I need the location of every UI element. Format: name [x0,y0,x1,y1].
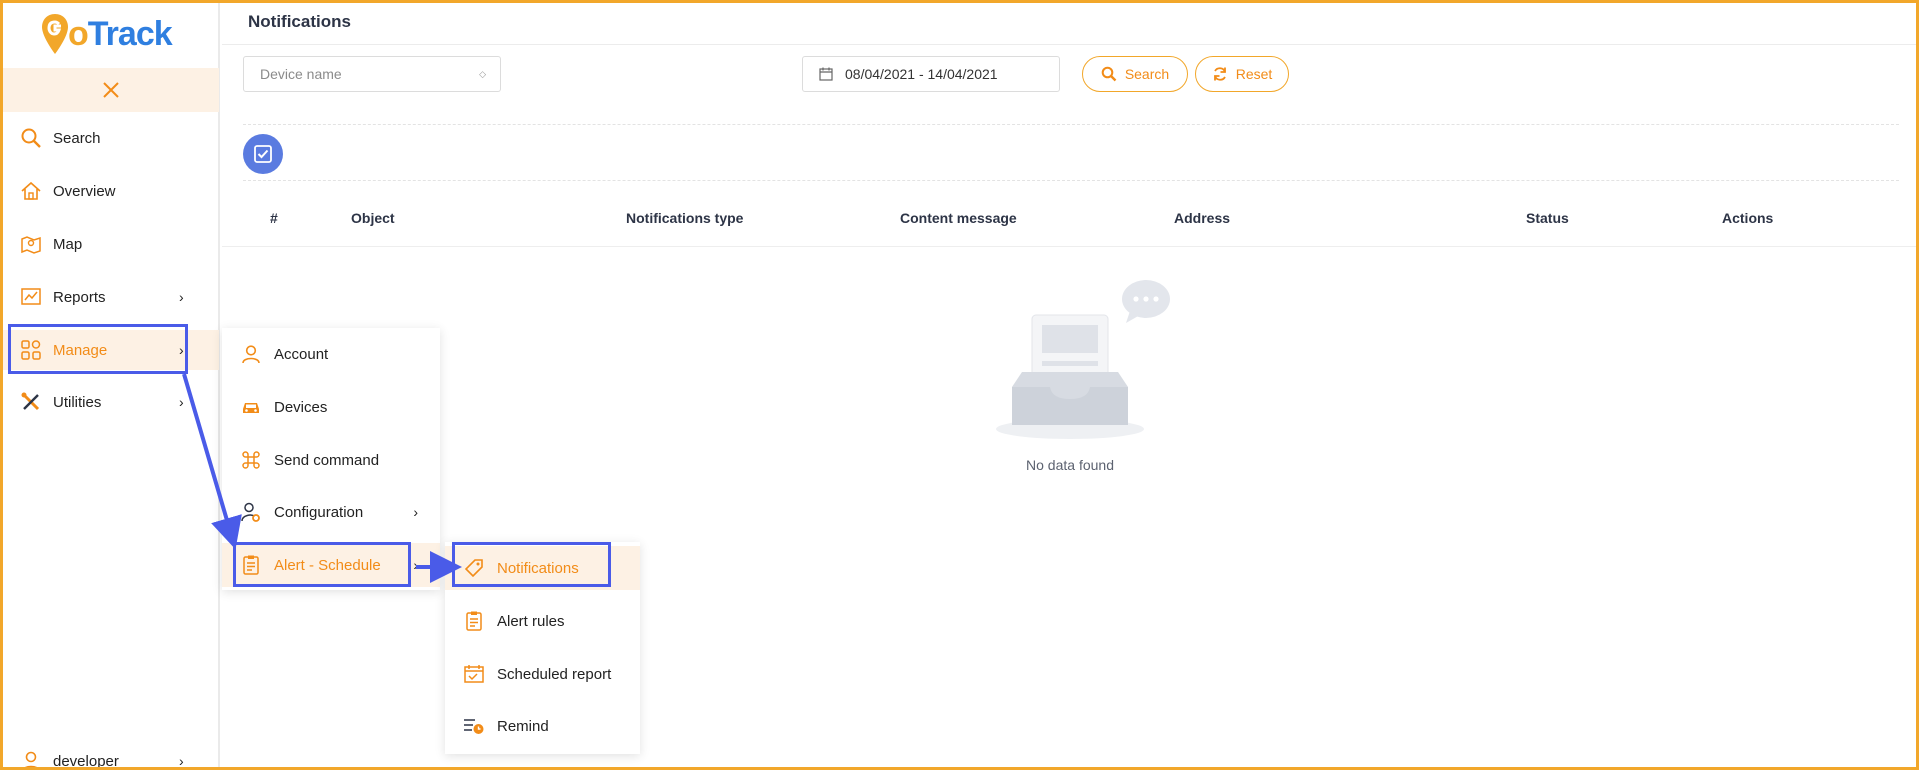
date-range-value: 08/04/2021 - 14/04/2021 [845,66,998,82]
menu-item-scheduled-report[interactable]: Scheduled report [445,652,640,696]
menu-item-devices[interactable]: Devices [222,385,440,429]
map-icon [19,232,43,256]
chart-icon [19,285,43,309]
select-all-button[interactable] [243,134,283,174]
menu-item-label: Devices [274,398,328,416]
chevron-right-icon: › [413,557,418,573]
sidebar-item-search[interactable]: Search [3,118,219,158]
sidebar-item-map[interactable]: Map [3,224,219,264]
header-divider [222,44,1916,45]
menu-item-label: Alert - Schedule [274,556,381,574]
checkbox-icon [254,145,272,163]
menu-item-notifications[interactable]: Notifications [445,546,640,590]
logo-pin-icon [42,14,68,54]
select-arrow-icon: ◇ [479,68,486,79]
column-header-notifications-type: Notifications type [626,210,744,226]
gotrack-logo[interactable]: oTrack [40,10,173,58]
user-gear-icon [240,501,262,523]
column-header-status: Status [1526,210,1569,226]
menu-item-label: Scheduled report [497,665,612,683]
sidebar-item-manage[interactable]: Manage › [3,330,219,370]
car-icon [240,396,262,418]
user-icon [19,749,43,770]
reset-button-label: Reset [1235,66,1273,82]
alert-schedule-submenu: Notifications Alert rules Scheduled repo… [445,542,640,754]
empty-inbox-icon [996,280,1170,439]
column-header-content-message: Content message [900,210,1017,226]
menu-item-send-command[interactable]: Send command [222,438,440,482]
user-name: developer [53,752,119,770]
divider [243,180,1899,181]
command-icon [240,449,262,471]
menu-item-alert-schedule[interactable]: Alert - Schedule › [222,543,440,587]
menu-item-label: Account [274,345,329,363]
tools-icon [19,390,43,414]
chevron-right-icon: › [179,394,184,410]
empty-state-text: No data found [1026,457,1114,473]
home-icon [19,179,43,203]
menu-item-remind[interactable]: Remind [445,704,640,748]
menu-item-label: Configuration [274,503,364,521]
chevron-right-icon: › [413,504,418,520]
menu-item-label: Notifications [497,559,579,577]
column-header-object: Object [351,210,395,226]
device-name-placeholder: Device name [260,66,342,82]
tag-icon [463,557,485,579]
user-icon [240,343,262,365]
device-name-select[interactable]: Device name ◇ [243,56,501,92]
sidebar-item-utilities[interactable]: Utilities › [3,382,219,422]
divider [243,124,1899,125]
sidebar: oTrack Search Overview Map Reports › Man… [0,0,220,770]
sidebar-item-overview[interactable]: Overview [3,171,219,211]
sidebar-item-label: Manage [53,341,108,359]
menu-item-account[interactable]: Account [222,332,440,376]
date-range-picker[interactable]: 08/04/2021 - 14/04/2021 [802,56,1060,92]
list-clock-icon [463,715,485,737]
sidebar-user[interactable]: developer › [3,742,219,770]
sidebar-item-label: Utilities [53,393,102,411]
column-header-index: # [270,210,278,226]
menu-item-label: Remind [497,717,549,735]
chevron-right-icon: › [179,289,184,305]
sidebar-item-label: Search [53,129,101,147]
sidebar-item-label: Overview [53,182,116,200]
clipboard-icon [463,610,485,632]
sidebar-item-reports[interactable]: Reports › [3,277,219,317]
sidebar-item-label: Reports [53,288,106,306]
menu-item-label: Alert rules [497,612,565,630]
sidebar-item-label: Map [53,235,83,253]
grid-icon [19,338,43,362]
column-header-actions: Actions [1722,210,1774,226]
calendar-icon [819,67,833,81]
search-button[interactable]: Search [1082,56,1188,92]
menu-item-label: Send command [274,451,380,469]
clipboard-icon [240,554,262,576]
menu-item-configuration[interactable]: Configuration › [222,490,440,534]
search-button-label: Search [1124,66,1170,82]
refresh-icon [1212,66,1228,82]
chevron-right-icon: › [179,342,184,358]
page-title: Notifications [248,12,351,31]
close-icon [103,82,119,98]
menu-item-alert-rules[interactable]: Alert rules [445,599,640,643]
calendar-check-icon [463,663,485,685]
column-header-address: Address [1174,210,1231,226]
manage-submenu: Account Devices Send command Configurati… [222,328,440,590]
table-header-divider [222,246,1916,247]
search-icon [19,126,43,150]
search-icon [1101,66,1117,82]
chevron-right-icon: › [179,753,184,769]
reset-button[interactable]: Reset [1195,56,1289,92]
sidebar-collapse-button[interactable] [3,68,219,112]
